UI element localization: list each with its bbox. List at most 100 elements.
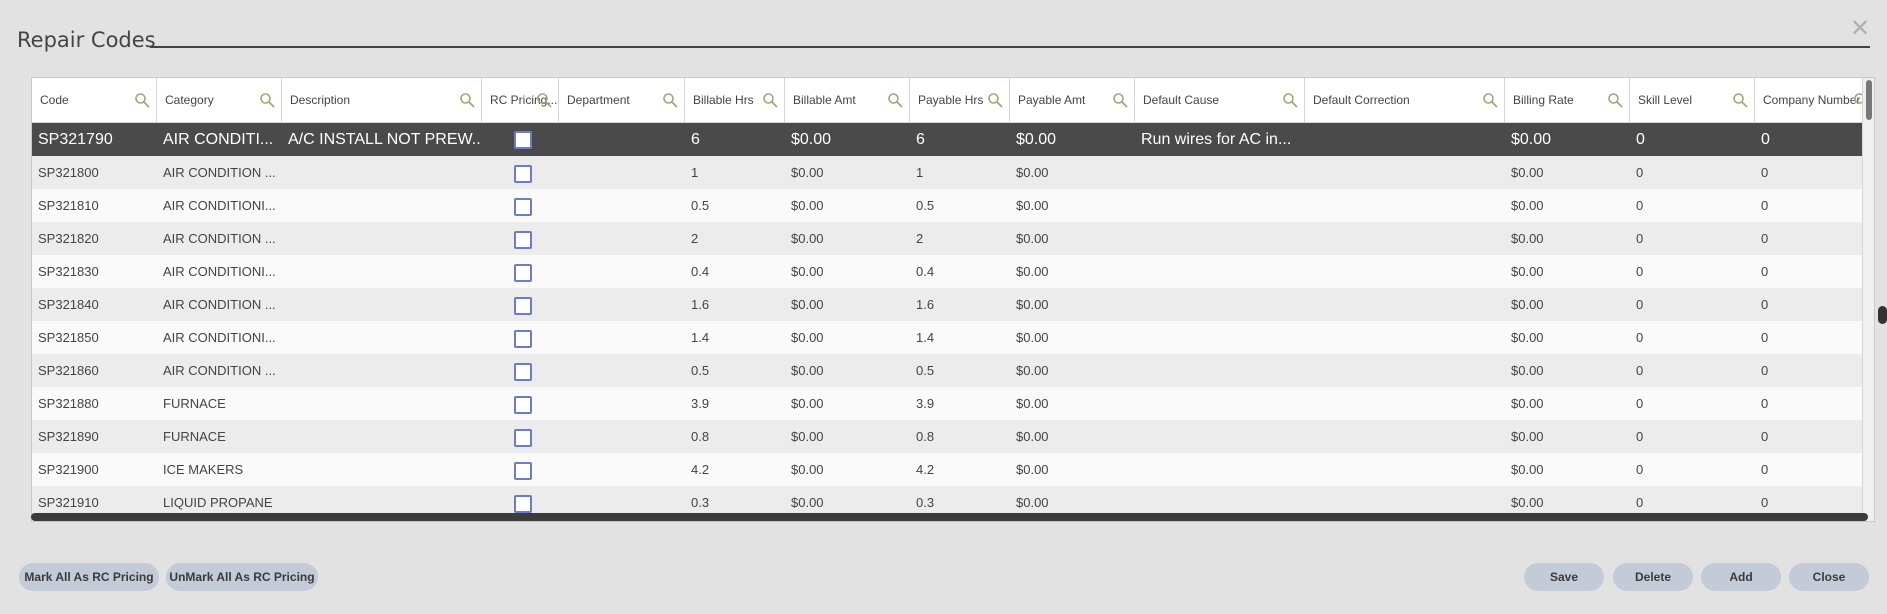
cell-company-number[interactable]: 0 <box>1755 321 1874 354</box>
cell-description[interactable] <box>282 255 482 288</box>
cell-category[interactable]: AIR CONDITION ... <box>157 288 282 321</box>
cell-skill-level[interactable]: 0 <box>1630 354 1755 387</box>
table-row[interactable]: SP321820 AIR CONDITION ... 2 $0.00 2 $0.00 $0.… <box>32 222 1874 255</box>
cell-payable-amt[interactable]: $0.00 <box>1010 387 1135 420</box>
rc-pricing-checkbox[interactable] <box>514 494 532 513</box>
cell-billable-hrs[interactable]: 0.5 <box>685 189 785 222</box>
cell-default-correction[interactable] <box>1305 123 1505 156</box>
cell-skill-level[interactable]: 0 <box>1630 321 1755 354</box>
cell-default-cause[interactable] <box>1135 288 1305 321</box>
cell-billing-rate[interactable]: $0.00 <box>1505 387 1630 420</box>
cell-skill-level[interactable]: 0 <box>1630 288 1755 321</box>
column-header-default-correction[interactable]: Default Correction <box>1305 78 1505 123</box>
search-icon[interactable] <box>1482 92 1498 108</box>
cell-default-correction[interactable] <box>1305 288 1505 321</box>
cell-description[interactable] <box>282 222 482 255</box>
cell-company-number[interactable]: 0 <box>1755 453 1874 486</box>
cell-billable-hrs[interactable]: 6 <box>685 123 785 156</box>
rc-pricing-checkbox[interactable] <box>514 329 532 348</box>
cell-billable-hrs[interactable]: 3.9 <box>685 387 785 420</box>
column-header-billable-hrs[interactable]: Billable Hrs <box>685 78 785 123</box>
cell-code[interactable]: SP321850 <box>32 321 157 354</box>
cell-skill-level[interactable]: 0 <box>1630 453 1755 486</box>
cell-description[interactable] <box>282 156 482 189</box>
vertical-scrollbar[interactable] <box>1862 78 1874 521</box>
table-row[interactable]: SP321900 ICE MAKERS 4.2 $0.00 4.2 $0.00 $0.00 0… <box>32 453 1874 486</box>
cell-default-cause[interactable]: Run wires for AC in... <box>1135 123 1305 156</box>
rc-pricing-checkbox[interactable] <box>514 428 532 447</box>
search-icon[interactable] <box>887 92 903 108</box>
cell-billable-amt[interactable]: $0.00 <box>785 354 910 387</box>
cell-billable-amt[interactable]: $0.00 <box>785 387 910 420</box>
cell-description[interactable] <box>282 189 482 222</box>
cell-payable-amt[interactable]: $0.00 <box>1010 354 1135 387</box>
column-header-department[interactable]: Department <box>559 78 685 123</box>
cell-description[interactable] <box>282 420 482 453</box>
delete-button[interactable]: Delete <box>1613 563 1693 591</box>
search-icon[interactable] <box>459 92 475 108</box>
table-row[interactable]: SP321800 AIR CONDITION ... 1 $0.00 1 $0.00 $0.… <box>32 156 1874 189</box>
table-row[interactable]: SP321880 FURNACE 3.9 $0.00 3.9 $0.00 $0.00 0 0 <box>32 387 1874 420</box>
horizontal-scrollbar[interactable] <box>31 513 1868 521</box>
cell-company-number[interactable]: 0 <box>1755 420 1874 453</box>
cell-skill-level[interactable]: 0 <box>1630 255 1755 288</box>
cell-description[interactable] <box>282 387 482 420</box>
cell-category[interactable]: AIR CONDITION ... <box>157 156 282 189</box>
cell-category[interactable]: AIR CONDITI... <box>157 123 282 156</box>
search-icon[interactable] <box>134 92 150 108</box>
cell-billing-rate[interactable]: $0.00 <box>1505 255 1630 288</box>
cell-company-number[interactable]: 0 <box>1755 123 1874 156</box>
cell-description[interactable] <box>282 354 482 387</box>
search-icon[interactable] <box>762 92 778 108</box>
search-icon[interactable] <box>536 92 552 108</box>
cell-skill-level[interactable]: 0 <box>1630 222 1755 255</box>
rc-pricing-checkbox[interactable] <box>514 230 532 249</box>
cell-billable-amt[interactable]: $0.00 <box>785 453 910 486</box>
search-icon[interactable] <box>259 92 275 108</box>
cell-department[interactable] <box>559 387 685 420</box>
cell-company-number[interactable]: 0 <box>1755 387 1874 420</box>
cell-department[interactable] <box>559 288 685 321</box>
cell-code[interactable]: SP321820 <box>32 222 157 255</box>
table-row[interactable]: SP321810 AIR CONDITIONI... 0.5 $0.00 0.5 $0.0… <box>32 189 1874 222</box>
cell-company-number[interactable]: 0 <box>1755 156 1874 189</box>
column-header-code[interactable]: Code <box>32 78 157 123</box>
search-icon[interactable] <box>1282 92 1298 108</box>
cell-default-correction[interactable] <box>1305 321 1505 354</box>
column-header-payable-amt[interactable]: Payable Amt <box>1010 78 1135 123</box>
cell-department[interactable] <box>559 123 685 156</box>
table-row[interactable]: SP321860 AIR CONDITION ... 0.5 $0.00 0.5 $0.0… <box>32 354 1874 387</box>
cell-billable-amt[interactable]: $0.00 <box>785 288 910 321</box>
cell-payable-amt[interactable]: $0.00 <box>1010 255 1135 288</box>
cell-default-cause[interactable] <box>1135 420 1305 453</box>
cell-billable-hrs[interactable]: 1.6 <box>685 288 785 321</box>
rc-pricing-checkbox[interactable] <box>514 296 532 315</box>
cell-billable-amt[interactable]: $0.00 <box>785 321 910 354</box>
search-icon[interactable] <box>1732 92 1748 108</box>
column-header-billing-rate[interactable]: Billing Rate <box>1505 78 1630 123</box>
cell-payable-hrs[interactable]: 0.5 <box>910 189 1010 222</box>
cell-billing-rate[interactable]: $0.00 <box>1505 321 1630 354</box>
cell-billable-amt[interactable]: $0.00 <box>785 222 910 255</box>
cell-company-number[interactable]: 0 <box>1755 354 1874 387</box>
rc-pricing-checkbox[interactable] <box>514 263 532 282</box>
column-header-payable-hrs[interactable]: Payable Hrs <box>910 78 1010 123</box>
rc-pricing-checkbox[interactable] <box>514 130 532 149</box>
cell-code[interactable]: SP321800 <box>32 156 157 189</box>
cell-department[interactable] <box>559 189 685 222</box>
cell-payable-amt[interactable]: $0.00 <box>1010 288 1135 321</box>
cell-department[interactable] <box>559 453 685 486</box>
mark-all-rc-pricing-button[interactable]: Mark All As RC Pricing <box>19 563 159 591</box>
cell-department[interactable] <box>559 255 685 288</box>
cell-skill-level[interactable]: 0 <box>1630 123 1755 156</box>
cell-payable-amt[interactable]: $0.00 <box>1010 321 1135 354</box>
cell-payable-hrs[interactable]: 2 <box>910 222 1010 255</box>
cell-billable-amt[interactable]: $0.00 <box>785 123 910 156</box>
cell-payable-hrs[interactable]: 0.8 <box>910 420 1010 453</box>
save-button[interactable]: Save <box>1524 563 1604 591</box>
cell-billable-hrs[interactable]: 1.4 <box>685 321 785 354</box>
cell-department[interactable] <box>559 321 685 354</box>
cell-company-number[interactable]: 0 <box>1755 288 1874 321</box>
cell-payable-amt[interactable]: $0.00 <box>1010 453 1135 486</box>
cell-company-number[interactable]: 0 <box>1755 189 1874 222</box>
